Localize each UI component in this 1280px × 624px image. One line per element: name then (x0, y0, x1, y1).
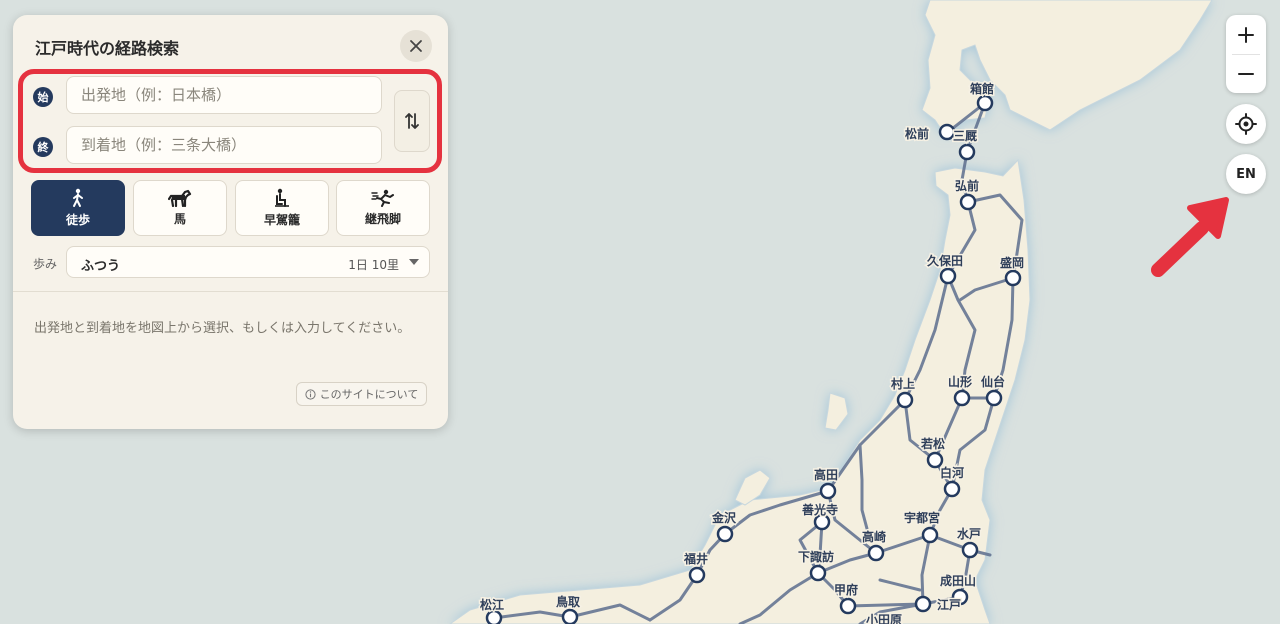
start-pin-icon: 始 (33, 87, 53, 107)
city-label: 宇都宮 (904, 510, 940, 525)
city-label: 弘前 (955, 178, 979, 193)
about-site-label: このサイトについて (319, 388, 419, 401)
city-marker-zenkoji[interactable] (813, 513, 831, 531)
city-label: 箱館 (970, 81, 994, 96)
zoom-controls (1226, 15, 1266, 93)
about-site-button[interactable]: このサイトについて (296, 382, 427, 406)
city-label: 鳥取 (556, 594, 580, 609)
walking-person-icon (73, 188, 83, 207)
city-marker-morioka[interactable] (1004, 269, 1022, 287)
mode-label: 継飛脚 (364, 212, 401, 226)
city-label: 松江 (480, 597, 504, 612)
city-marker-tottori[interactable] (561, 608, 579, 624)
plus-icon (1238, 26, 1254, 43)
city-label: 仙台 (981, 374, 1005, 389)
mode-label: 早駕籠 (263, 213, 300, 227)
city-marker-hirosaki[interactable] (959, 193, 977, 211)
city-label: 甲府 (834, 582, 858, 597)
city-marker-sendai[interactable] (985, 389, 1003, 407)
annotation-arrow-icon (1151, 197, 1229, 277)
city-label: 高崎 (862, 529, 886, 544)
city-label: 成田山 (940, 573, 976, 588)
swap-button[interactable] (394, 90, 430, 152)
city-label: 久保田 (927, 253, 963, 268)
mode-label: 徒歩 (65, 213, 90, 227)
city-marker-kanazawa[interactable] (716, 525, 734, 543)
caret-down-icon (409, 259, 419, 265)
city-marker-matsue[interactable] (485, 609, 503, 624)
city-marker-takasaki[interactable] (867, 544, 885, 562)
start-location-input[interactable] (66, 76, 382, 114)
mode-horse-button[interactable]: 馬 (133, 180, 227, 236)
city-marker-edo[interactable] (914, 595, 932, 613)
city-label: 村上 (891, 376, 915, 391)
city-label: 水戸 (957, 526, 981, 541)
end-pin-icon: 終 (33, 137, 53, 157)
palanquin-icon (275, 188, 289, 207)
zoom-out-button[interactable] (1226, 54, 1266, 93)
locate-crosshair-icon (1235, 113, 1257, 135)
city-marker-kubota[interactable] (939, 267, 957, 285)
panel-title: 江戸時代の経路検索 (35, 39, 180, 58)
city-label: 金沢 (711, 510, 737, 525)
city-marker-matsumae[interactable] (938, 123, 956, 141)
pace-rate: 1日 10里 (348, 258, 399, 272)
city-marker-minmaya[interactable] (958, 143, 976, 161)
city-label: 福井 (683, 551, 708, 566)
city-marker-shimosuwa[interactable] (809, 564, 827, 582)
minus-icon (1238, 72, 1254, 75)
mode-palanquin-button[interactable]: 早駕籠 (235, 180, 329, 236)
close-button[interactable] (400, 30, 432, 62)
language-toggle-button[interactable]: EN (1226, 154, 1266, 194)
city-marker-hakodate[interactable] (976, 94, 994, 112)
city-marker-mito[interactable] (961, 541, 979, 559)
city-marker-kofu[interactable] (839, 597, 857, 615)
city-label: 若松 (920, 436, 945, 451)
swap-arrows-icon (405, 113, 419, 129)
pace-label: 歩み (33, 257, 58, 271)
locate-button[interactable] (1226, 104, 1266, 144)
end-location-input[interactable] (66, 126, 382, 164)
zoom-in-button[interactable] (1226, 15, 1266, 54)
info-icon (305, 388, 316, 400)
divider (13, 291, 448, 292)
horse-icon (168, 189, 192, 207)
instructions-text: 出発地と到着地を地図上から選択、もしくは入力してください。 (34, 321, 411, 336)
city-marker-takada[interactable] (819, 482, 837, 500)
city-label: 善光寺 (802, 502, 838, 517)
city-label: 江戸 (937, 597, 961, 612)
close-icon (410, 40, 422, 52)
city-marker-shirakawa[interactable] (943, 480, 961, 498)
city-label: 下諏訪 (798, 549, 834, 564)
city-label: 山形 (948, 374, 972, 389)
pace-select[interactable]: ふつう 1日 10里 (66, 246, 430, 278)
pace-value: ふつう (81, 259, 121, 274)
city-label: 三厩 (953, 128, 977, 143)
city-label: 小田原 (866, 612, 902, 624)
city-marker-murakami[interactable] (896, 391, 914, 409)
city-label: 高田 (814, 467, 838, 482)
running-courier-icon (371, 189, 394, 207)
city-marker-yamagata[interactable] (953, 389, 971, 407)
city-marker-wakamatsu[interactable] (926, 451, 944, 469)
city-label: 白河 (940, 465, 964, 480)
city-marker-utsunomiya[interactable] (921, 526, 939, 544)
city-marker-fukui[interactable] (688, 566, 706, 584)
mode-courier-button[interactable]: 継飛脚 (336, 180, 430, 236)
mode-walk-button[interactable]: 徒歩 (31, 180, 125, 236)
mode-label: 馬 (173, 212, 186, 226)
city-label: 盛岡 (1000, 255, 1024, 270)
city-label: 松前 (905, 126, 929, 141)
route-search-panel: 江戸時代の経路検索 始 終 徒歩 馬 早駕 (13, 15, 448, 429)
